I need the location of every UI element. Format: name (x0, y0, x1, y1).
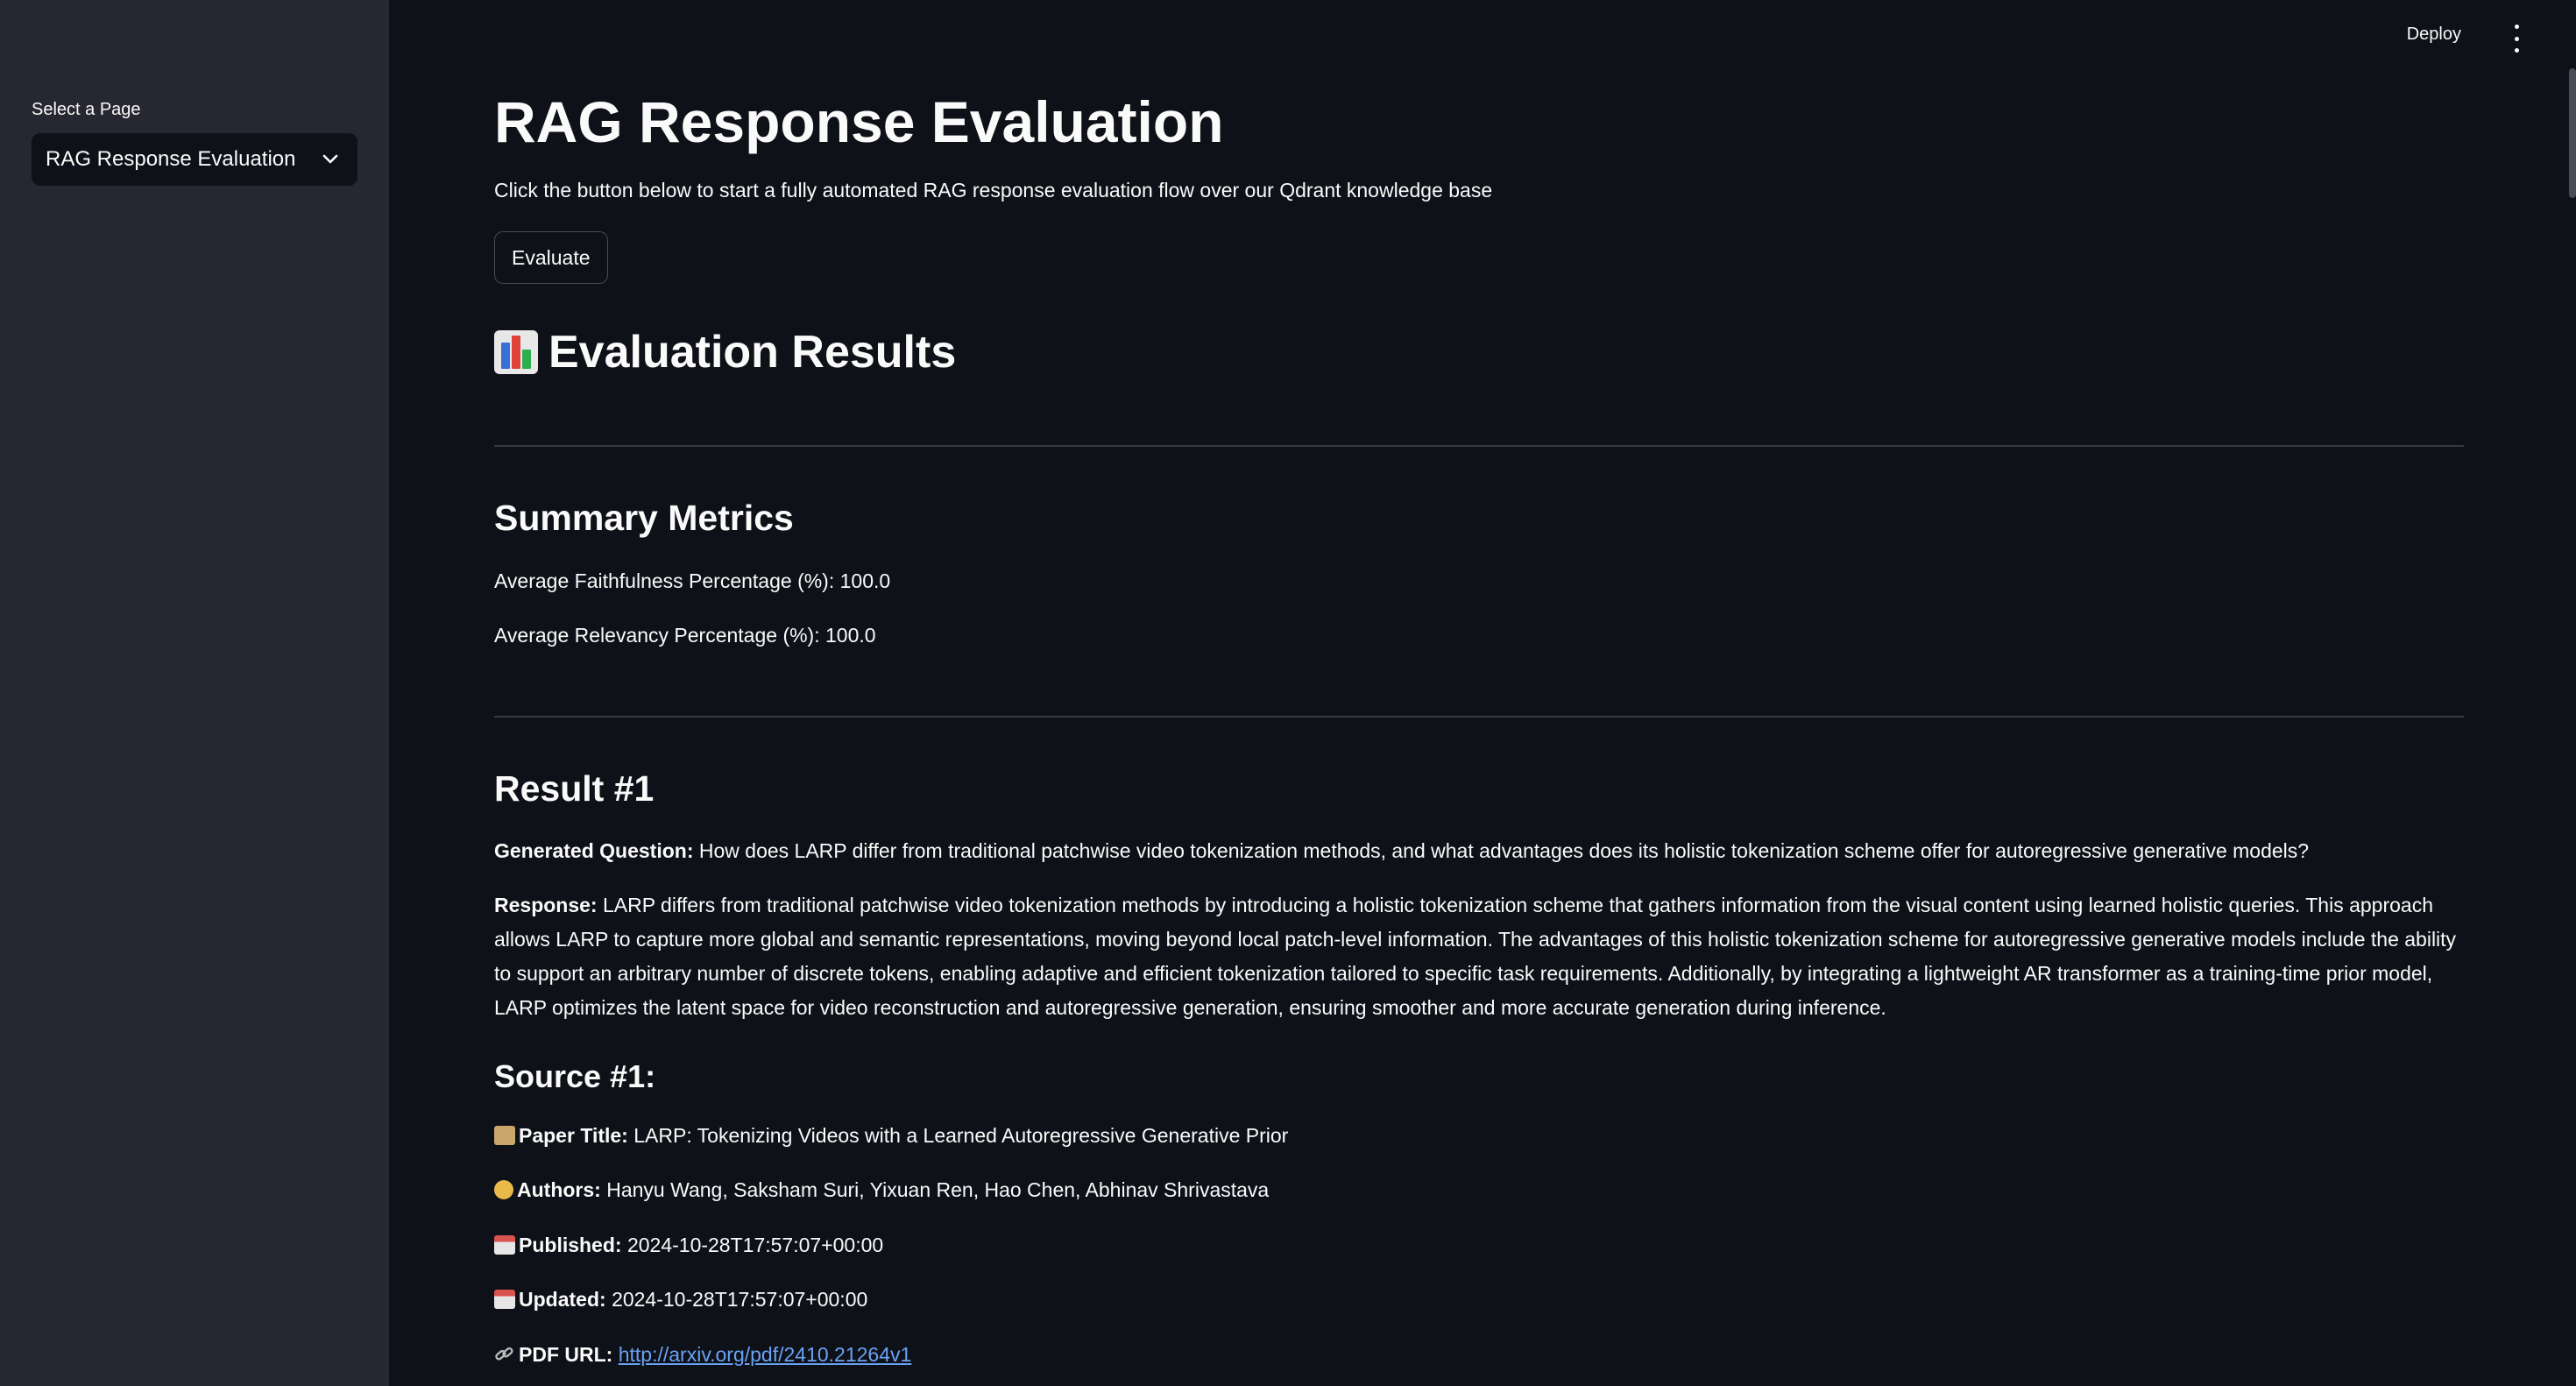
faithfulness-metric: Average Faithfulness Percentage (%): 100… (494, 569, 891, 592)
evaluate-button[interactable]: Evaluate (494, 231, 608, 284)
more-options-icon[interactable] (2508, 25, 2525, 53)
result-heading: Result #1 (494, 768, 655, 809)
sidebar: Select a Page RAG Response Evaluation (0, 0, 389, 1386)
calendar-icon (494, 1235, 515, 1255)
app-root: Select a Page RAG Response Evaluation De… (0, 0, 2576, 1386)
chevron-down-icon (322, 154, 338, 165)
scroll-icon (494, 1126, 515, 1145)
results-heading: Evaluation Results (494, 319, 956, 385)
updated-value: 2024-10-28T17:57:07+00:00 (612, 1288, 868, 1311)
published-row: Published: 2024-10-28T17:57:07+00:00 (494, 1234, 883, 1257)
results-heading-text: Evaluation Results (548, 327, 957, 378)
page-title: RAG Response Evaluation (494, 89, 1224, 154)
link-icon (494, 1345, 515, 1364)
paper-title-row: Paper Title: LARP: Tokenizing Videos wit… (494, 1124, 1288, 1148)
authors-value: Hanyu Wang, Saksham Suri, Yixuan Ren, Ha… (606, 1178, 1270, 1201)
pdf-url-label: PDF URL: (519, 1343, 613, 1366)
calendar-icon (494, 1290, 515, 1309)
response-text: LARP differs from traditional patchwise … (494, 894, 2457, 1019)
relevancy-metric: Average Relevancy Percentage (%): 100.0 (494, 624, 876, 647)
paper-title-label: Paper Title: (519, 1124, 628, 1147)
response-label: Response: (494, 894, 598, 916)
main-content: RAG Response Evaluation Click the button… (494, 0, 2464, 1386)
summary-heading: Summary Metrics (494, 498, 794, 538)
page-select[interactable]: RAG Response Evaluation (32, 133, 357, 186)
intro-text: Click the button below to start a fully … (494, 179, 1493, 202)
pdf-url-link[interactable]: http://arxiv.org/pdf/2410.21264v1 (619, 1343, 912, 1366)
select-page-label: Select a Page (32, 100, 141, 119)
pdf-url-row: PDF URL: http://arxiv.org/pdf/2410.21264… (494, 1343, 911, 1367)
question-text: How does LARP differ from traditional pa… (698, 839, 2310, 862)
authors-row: Authors: Hanyu Wang, Saksham Suri, Yixua… (494, 1178, 1269, 1202)
authors-label: Authors: (517, 1178, 601, 1201)
bar-chart-icon (494, 330, 538, 374)
page-select-value: RAG Response Evaluation (46, 147, 296, 171)
divider (494, 716, 2464, 718)
source-heading: Source #1: (494, 1058, 656, 1094)
response: Response: LARP differs from traditional … (494, 888, 2464, 1025)
paper-title-value: LARP: Tokenizing Videos with a Learned A… (633, 1124, 1289, 1147)
generated-question: Generated Question: How does LARP differ… (494, 839, 2309, 863)
updated-label: Updated: (519, 1288, 606, 1311)
question-label: Generated Question: (494, 839, 694, 862)
person-icon (494, 1180, 513, 1199)
published-value: 2024-10-28T17:57:07+00:00 (626, 1234, 884, 1256)
divider (494, 445, 2464, 447)
scrollbar[interactable] (2569, 68, 2576, 198)
updated-row: Updated: 2024-10-28T17:57:07+00:00 (494, 1288, 867, 1312)
published-label: Published: (519, 1234, 622, 1256)
